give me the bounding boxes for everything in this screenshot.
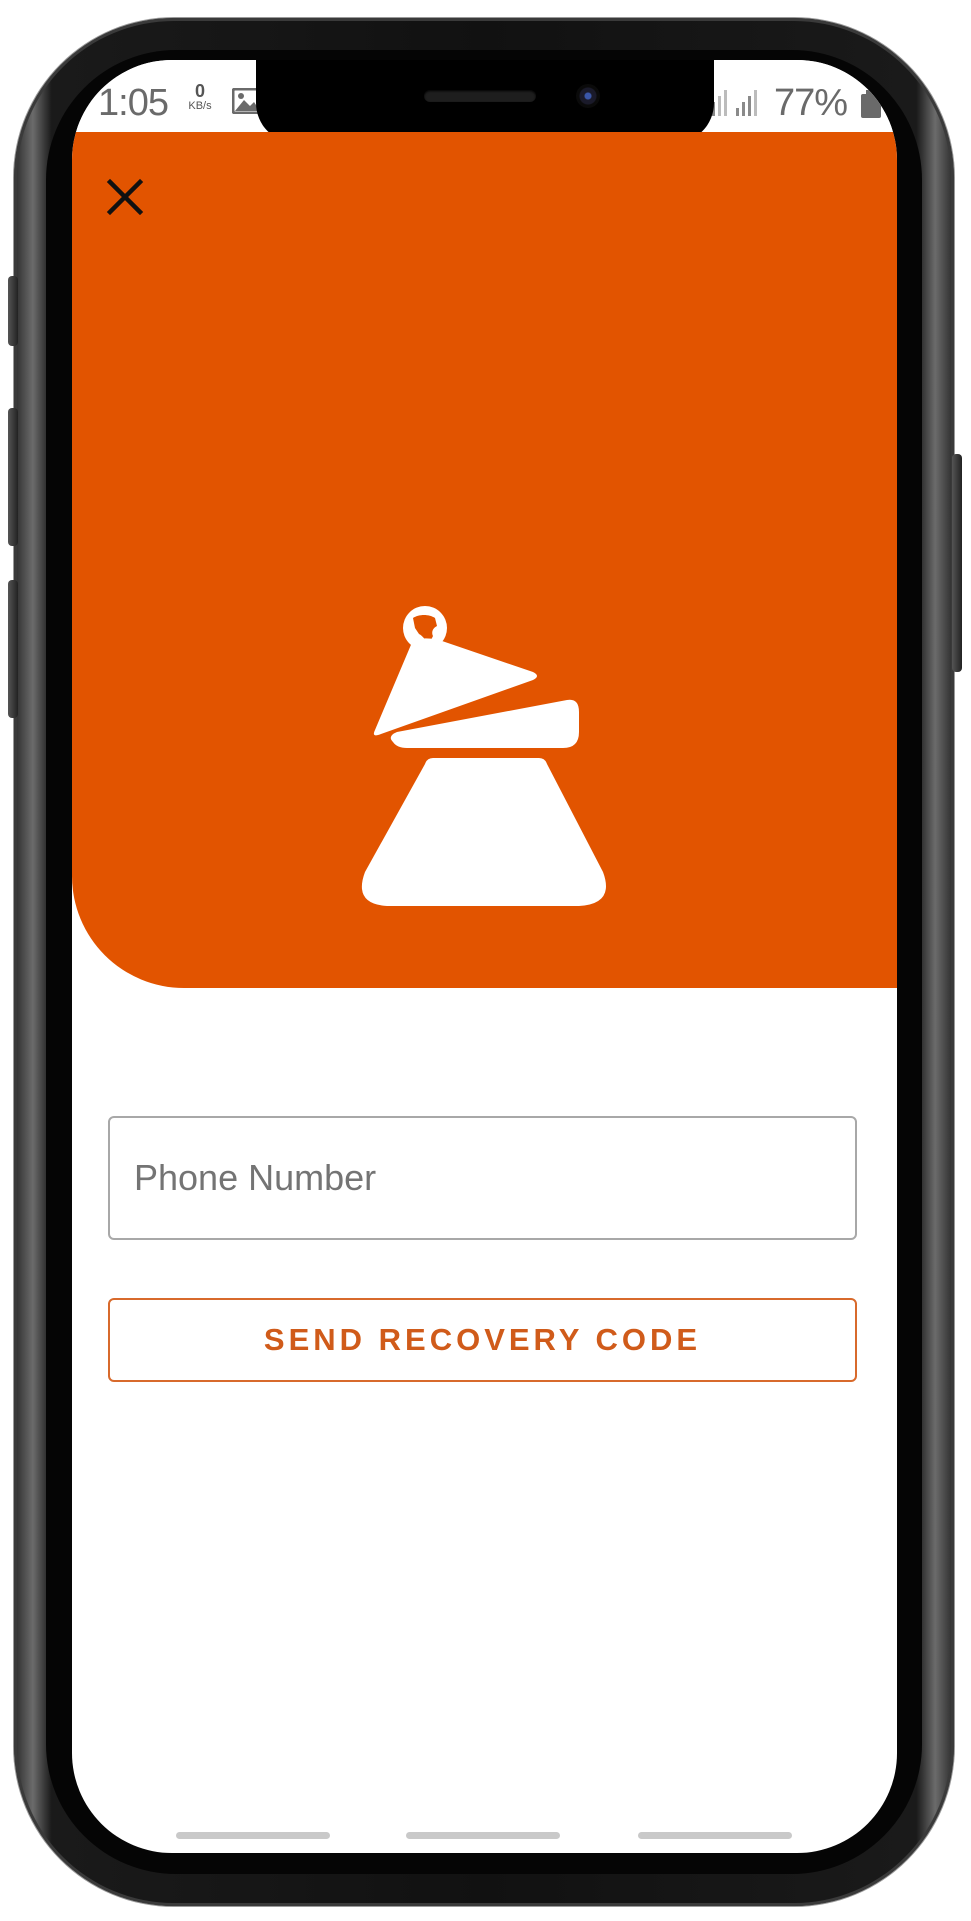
- pot-with-globe-logo: [361, 606, 606, 906]
- hero-banner: [72, 132, 897, 988]
- side-button-volume-down: [8, 580, 18, 718]
- screen: 1:05 0 KB/s 77% Phone Number SEND RECOVE…: [72, 60, 897, 1853]
- network-speed-value: 0: [194, 81, 205, 101]
- phone-number-input[interactable]: [108, 1116, 857, 1240]
- close-icon[interactable]: [102, 174, 148, 220]
- send-recovery-code-button[interactable]: SEND RECOVERY CODE: [108, 1298, 857, 1382]
- nav-indicator: [176, 1832, 330, 1839]
- page: 1:05 0 KB/s 77% Phone Number SEND RECOVE…: [0, 0, 971, 1921]
- battery-percent: 77%: [774, 82, 848, 124]
- side-button-volume-up: [8, 408, 18, 546]
- nav-indicator: [406, 1832, 560, 1839]
- front-camera: [576, 84, 600, 108]
- network-speed: 0 KB/s: [180, 82, 220, 112]
- battery-icon: [861, 90, 881, 118]
- camera-notch: [256, 60, 714, 143]
- earpiece-speaker: [424, 90, 536, 102]
- nav-indicator: [638, 1832, 792, 1839]
- side-button-mute: [8, 276, 18, 346]
- status-time: 1:05: [98, 82, 169, 124]
- side-button-power: [952, 454, 962, 672]
- network-speed-unit: KB/s: [188, 100, 212, 112]
